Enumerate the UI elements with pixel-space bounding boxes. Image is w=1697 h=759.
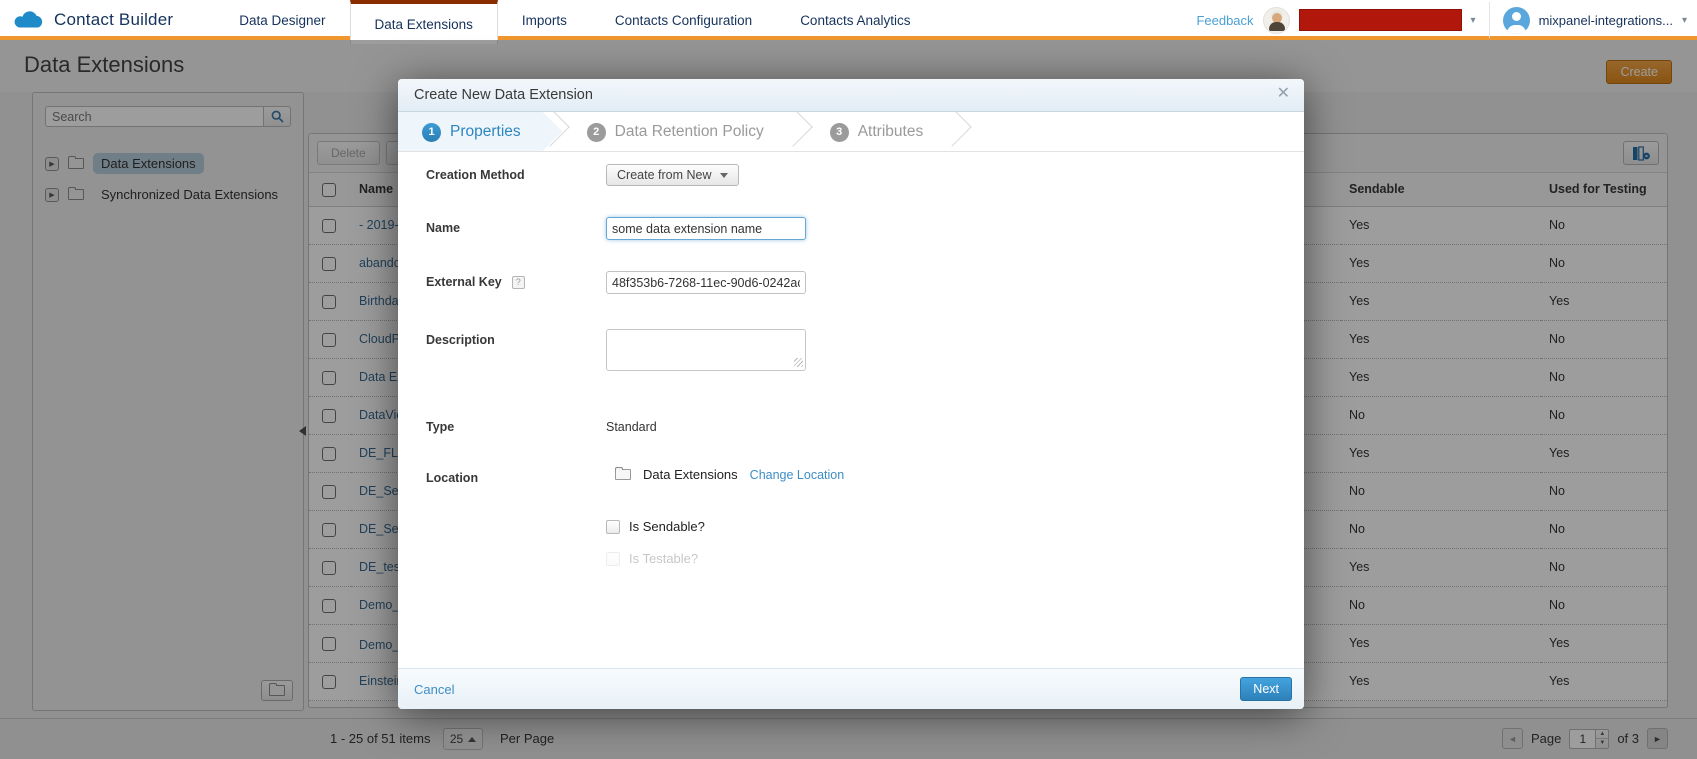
external-key-label: External Key [426, 275, 502, 289]
tab-data-designer[interactable]: Data Designer [215, 0, 349, 40]
create-data-extension-modal: Create New Data Extension ✕ 1 Properties… [398, 79, 1304, 709]
is-testable-checkbox [606, 552, 620, 566]
resize-grip-icon[interactable] [794, 358, 803, 367]
top-nav: Contact Builder Data Designer Data Exten… [0, 0, 1697, 40]
cloud-logo-icon [14, 9, 44, 31]
modal-header: Create New Data Extension ✕ [398, 79, 1304, 112]
caret-down-icon[interactable]: ▾ [1471, 15, 1476, 26]
step-properties[interactable]: 1 Properties [398, 112, 563, 152]
location-row: Location Data Extensions Change Location [426, 467, 1284, 485]
type-row: Type Standard [426, 416, 1284, 434]
step-number-badge: 1 [422, 123, 441, 142]
is-testable-label: Is Testable? [629, 551, 698, 566]
description-label: Description [426, 329, 606, 347]
close-icon[interactable]: ✕ [1277, 86, 1290, 102]
modal-body: Creation Method Create from New Name Ext… [398, 153, 1304, 668]
tab-imports[interactable]: Imports [498, 0, 591, 40]
is-sendable-row: Is Sendable? [426, 519, 1284, 534]
name-input[interactable] [606, 217, 806, 240]
external-key-row: External Key ? [426, 271, 1284, 294]
user-avatar-icon [1503, 7, 1530, 34]
step-label: Properties [450, 123, 521, 141]
step-number-badge: 2 [587, 123, 606, 142]
is-testable-row: Is Testable? [426, 551, 1284, 566]
is-sendable-label: Is Sendable? [629, 519, 705, 534]
name-label: Name [426, 217, 606, 235]
tab-contacts-configuration[interactable]: Contacts Configuration [591, 0, 776, 40]
type-label: Type [426, 416, 606, 434]
cancel-button[interactable]: Cancel [414, 682, 454, 697]
creation-method-label: Creation Method [426, 164, 606, 182]
modal-title: Create New Data Extension [414, 87, 593, 103]
help-question-icon[interactable]: ? [512, 276, 525, 289]
step-attributes[interactable]: 3 Attributes [806, 112, 965, 152]
step-label: Attributes [858, 123, 923, 141]
feedback-link[interactable]: Feedback [1196, 13, 1253, 28]
tab-data-extensions[interactable]: Data Extensions [350, 0, 498, 44]
app-title: Contact Builder [54, 10, 173, 30]
change-location-link[interactable]: Change Location [750, 468, 845, 482]
external-key-input[interactable] [606, 271, 806, 294]
caret-down-icon [720, 173, 728, 178]
step-number-badge: 3 [830, 123, 849, 142]
type-value: Standard [606, 416, 657, 434]
nav-divider [1489, 2, 1490, 38]
folder-icon [615, 469, 631, 480]
location-value: Data Extensions [643, 467, 738, 482]
tab-contacts-analytics[interactable]: Contacts Analytics [776, 0, 934, 40]
next-button[interactable]: Next [1240, 677, 1292, 701]
nav-tabs: Data Designer Data Extensions Imports Co… [215, 0, 934, 40]
creation-method-row: Creation Method Create from New [426, 164, 1284, 186]
description-row: Description [426, 329, 1284, 371]
account-name[interactable]: mixpanel-integrations... [1539, 13, 1673, 28]
einstein-avatar[interactable] [1263, 7, 1290, 34]
caret-down-icon[interactable]: ▾ [1682, 15, 1687, 26]
name-row: Name [426, 217, 1284, 240]
step-label: Data Retention Policy [615, 123, 764, 141]
screen: Contact Builder Data Designer Data Exten… [0, 0, 1697, 759]
creation-method-value: Create from New [617, 168, 711, 182]
step-data-retention-policy[interactable]: 2 Data Retention Policy [563, 112, 806, 152]
redacted-account-box [1299, 9, 1462, 31]
wizard-steps: 1 Properties 2 Data Retention Policy 3 A… [398, 112, 1304, 152]
modal-footer: Cancel Next [398, 668, 1304, 709]
description-textarea[interactable] [606, 329, 806, 371]
is-sendable-checkbox[interactable] [606, 520, 620, 534]
creation-method-dropdown[interactable]: Create from New [606, 164, 739, 186]
location-label: Location [426, 467, 606, 485]
